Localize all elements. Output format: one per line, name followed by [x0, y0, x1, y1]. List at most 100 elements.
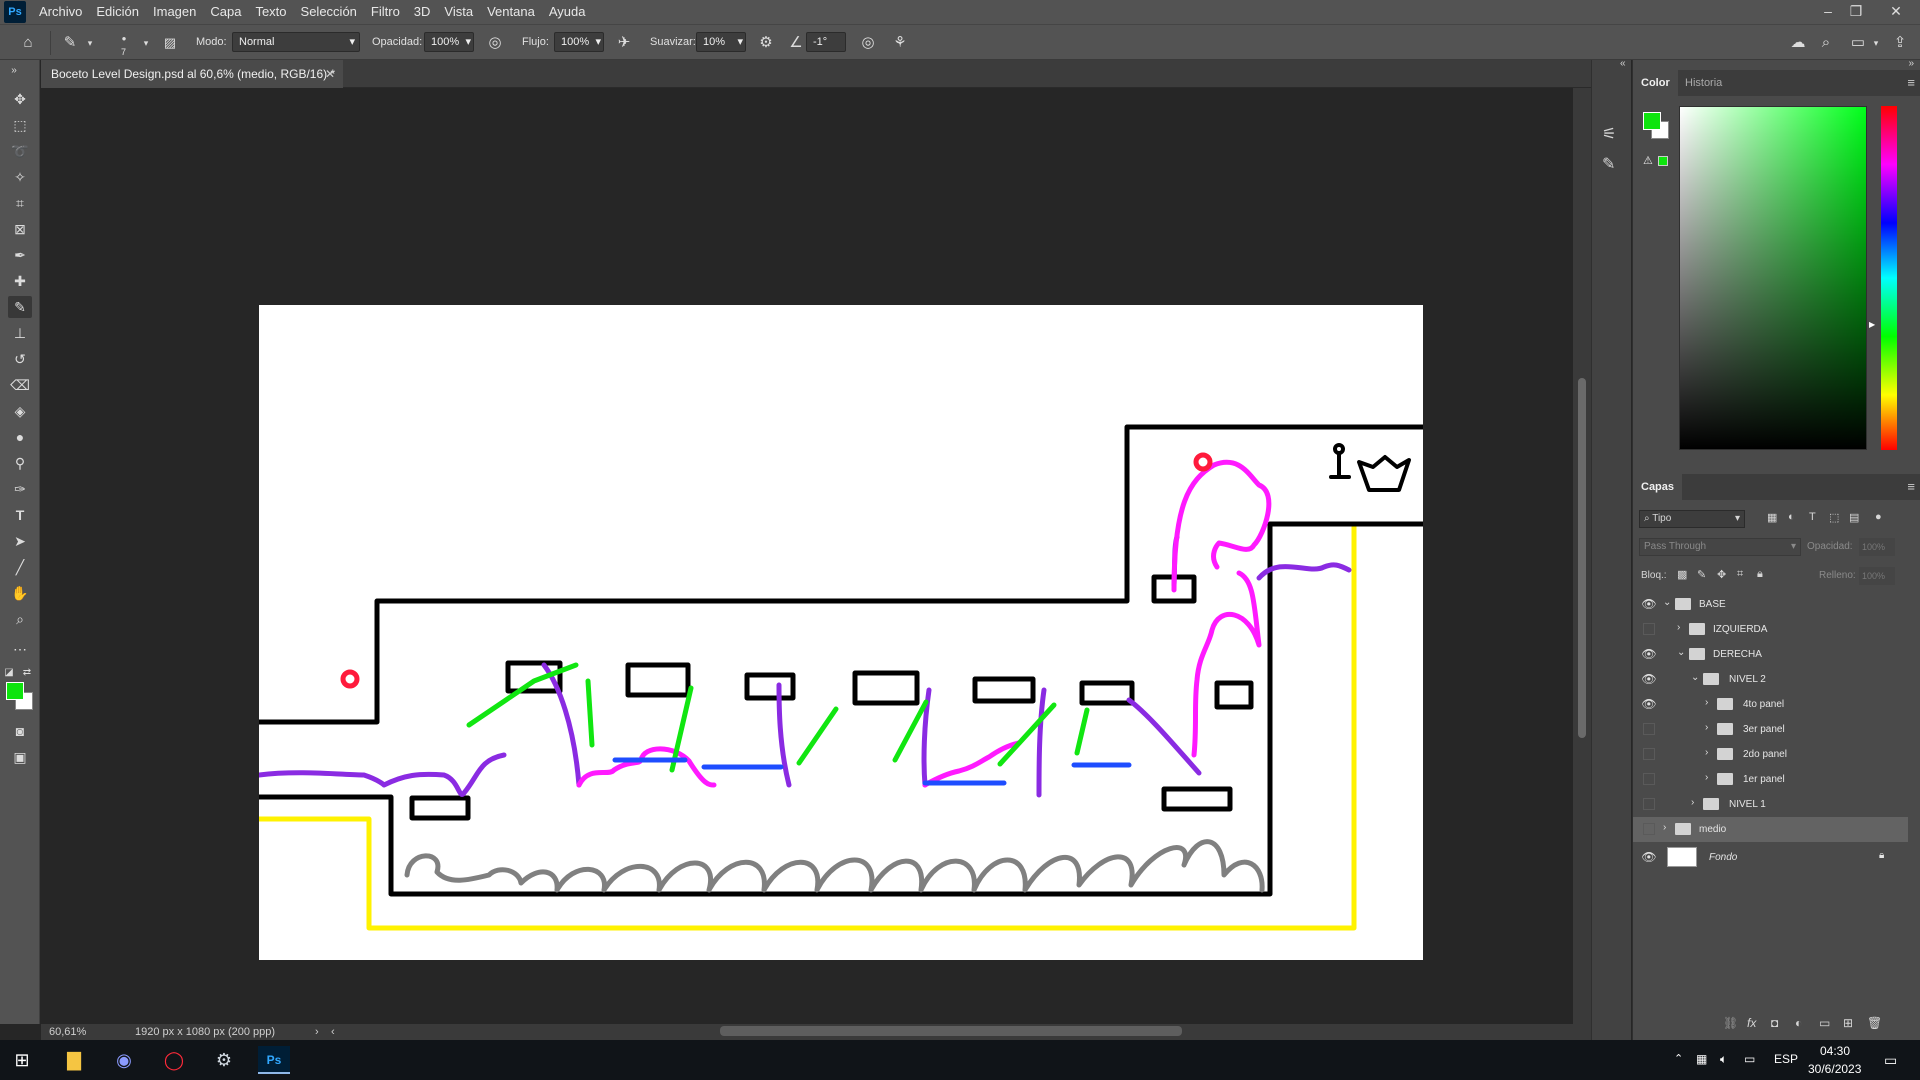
lasso-tool-icon[interactable]: ➰: [8, 140, 32, 162]
opacity-input[interactable]: 100% ▾: [424, 32, 474, 52]
fx-icon[interactable]: fx: [1747, 1016, 1756, 1030]
add-mask-icon[interactable]: ◘: [1771, 1016, 1778, 1030]
lock-transparent-icon[interactable]: ▩: [1677, 568, 1687, 581]
clock-time[interactable]: 04:30: [1820, 1044, 1850, 1058]
history-brush-tool-icon[interactable]: ↺: [8, 348, 32, 370]
new-group-icon[interactable]: ▭: [1819, 1016, 1830, 1030]
menu-ayuda[interactable]: Ayuda: [542, 0, 593, 24]
tab-historia[interactable]: Historia: [1677, 70, 1730, 96]
restore-icon[interactable]: ❐: [1842, 0, 1870, 24]
gamut-warning-icon[interactable]: ⚠: [1643, 154, 1653, 167]
menu-filtro[interactable]: Filtro: [364, 0, 407, 24]
chevron-right-icon[interactable]: ›: [1705, 697, 1708, 708]
color-foreground-swatch[interactable]: [1643, 112, 1661, 130]
path-selection-tool-icon[interactable]: ➤: [8, 530, 32, 552]
share-icon[interactable]: ☁: [1788, 33, 1808, 53]
menu-3d[interactable]: 3D: [407, 0, 438, 24]
layer-row[interactable]: › IZQUIERDA: [1633, 617, 1908, 642]
default-colors-icon[interactable]: ◪: [2, 662, 16, 684]
panel-menu-icon[interactable]: ≡: [1907, 479, 1915, 494]
smoothing-input[interactable]: 10% ▾: [696, 32, 746, 52]
lock-position-icon[interactable]: ✥: [1717, 568, 1726, 581]
swap-colors-icon[interactable]: ⇄: [20, 662, 34, 684]
brush-settings-icon[interactable]: ✎: [1602, 154, 1615, 174]
visibility-off-box[interactable]: [1643, 773, 1655, 785]
brush-tool-icon[interactable]: ✎: [8, 296, 32, 318]
hue-slider-handle[interactable]: ▶: [1869, 320, 1875, 329]
layer-row[interactable]: › NIVEL 1: [1633, 792, 1908, 817]
clock-date[interactable]: 30/6/2023: [1808, 1062, 1861, 1076]
steam-icon[interactable]: ⚙: [204, 1046, 244, 1074]
lock-artboard-icon[interactable]: ⌗: [1737, 568, 1743, 581]
mode-select[interactable]: Normal ▾: [232, 32, 360, 52]
chevron-down-icon[interactable]: ⌄: [1677, 647, 1685, 658]
chevron-right-icon[interactable]: ›: [1705, 722, 1708, 733]
visibility-off-box[interactable]: [1643, 798, 1655, 810]
collapse-icon[interactable]: »: [2, 60, 26, 82]
trash-icon[interactable]: 🗑︎: [1867, 1016, 1882, 1030]
eyedropper-tool-icon[interactable]: ✒: [8, 244, 32, 266]
horizontal-scrollbar-thumb[interactable]: [720, 1026, 1182, 1036]
menu-capa[interactable]: Capa: [203, 0, 248, 24]
layer-filter-select[interactable]: ⌕ Tipo ▾: [1639, 510, 1745, 528]
symmetry-icon[interactable]: ⚘: [890, 33, 910, 53]
collapse-icon[interactable]: »: [1908, 58, 1914, 69]
visibility-off-box[interactable]: [1643, 623, 1655, 635]
brush-preset-icon[interactable]: ✎: [60, 33, 80, 53]
scrollbar-thumb[interactable]: [1578, 378, 1586, 738]
chevron-right-icon[interactable]: ›: [1705, 747, 1708, 758]
display-icon[interactable]: ▭: [1744, 1052, 1755, 1066]
workspace-icon[interactable]: ▭: [1848, 33, 1868, 53]
share-export-icon[interactable]: ⇪: [1890, 33, 1910, 53]
hue-slider[interactable]: [1881, 106, 1897, 450]
chevron-right-icon[interactable]: ›: [315, 1024, 319, 1040]
menu-ventana[interactable]: Ventana: [480, 0, 542, 24]
frame-tool-icon[interactable]: ⊠: [8, 218, 32, 240]
close-icon[interactable]: ✕: [325, 60, 335, 88]
magic-wand-tool-icon[interactable]: ✧: [8, 166, 32, 188]
crop-tool-icon[interactable]: ⌗: [8, 192, 32, 214]
filter-shape-icon[interactable]: ⬚: [1829, 511, 1839, 524]
notifications-icon[interactable]: ▭: [1884, 1052, 1897, 1069]
quick-mask-icon[interactable]: ◙: [8, 720, 32, 742]
adjustment-layer-icon[interactable]: ◐: [1795, 1016, 1802, 1030]
brush-tip-icon[interactable]: ●: [114, 29, 134, 49]
photoshop-taskbar-icon[interactable]: Ps: [258, 1046, 290, 1074]
minimize-icon[interactable]: –: [1814, 0, 1842, 24]
menu-imagen[interactable]: Imagen: [146, 0, 203, 24]
menu-edicion[interactable]: Edición: [89, 0, 146, 24]
line-tool-icon[interactable]: ╱: [8, 556, 32, 578]
zoom-level[interactable]: 60,61%: [49, 1024, 86, 1040]
volume-icon[interactable]: 🔈︎: [1720, 1052, 1727, 1067]
menu-seleccion[interactable]: Selección: [294, 0, 364, 24]
panel-menu-icon[interactable]: ≡: [1907, 75, 1915, 90]
dodge-tool-icon[interactable]: ⚲: [8, 452, 32, 474]
chevron-down-icon[interactable]: ⌄: [1691, 672, 1699, 683]
chevron-right-icon[interactable]: ›: [1705, 772, 1708, 783]
foreground-color-swatch[interactable]: [6, 682, 24, 700]
layer-row[interactable]: › 3er panel: [1633, 717, 1908, 742]
menu-texto[interactable]: Texto: [248, 0, 293, 24]
file-explorer-icon[interactable]: ▇: [54, 1046, 94, 1074]
layer-row[interactable]: 👁︎ › 4to panel: [1633, 692, 1908, 717]
lock-all-icon[interactable]: 🔒︎: [1757, 568, 1763, 581]
move-tool-icon[interactable]: ✥: [8, 88, 32, 110]
zoom-tool-icon[interactable]: ⌕: [8, 608, 32, 630]
tab-capas[interactable]: Capas: [1633, 474, 1683, 500]
angle-input[interactable]: -1°: [806, 32, 846, 52]
eye-icon[interactable]: 👁︎: [1641, 597, 1657, 611]
filter-adjustment-icon[interactable]: ◐: [1788, 511, 1795, 523]
eye-icon[interactable]: 👁︎: [1641, 647, 1657, 661]
tab-color[interactable]: Color: [1633, 70, 1678, 96]
new-layer-icon[interactable]: ⊞: [1843, 1016, 1853, 1030]
flow-input[interactable]: 100% ▾: [554, 32, 604, 52]
chevron-down-icon[interactable]: ▾: [80, 33, 100, 53]
chevron-right-icon[interactable]: ›: [1691, 797, 1694, 808]
menu-vista[interactable]: Vista: [437, 0, 480, 24]
pressure-size-icon[interactable]: ◎: [858, 33, 878, 53]
layer-row-selected[interactable]: › medio: [1633, 817, 1908, 842]
filter-pixel-icon[interactable]: ▦: [1767, 511, 1777, 524]
chevron-down-icon[interactable]: ▾: [1866, 33, 1886, 53]
opera-icon[interactable]: ◯: [154, 1046, 194, 1074]
web-safe-swatch[interactable]: [1658, 156, 1668, 166]
